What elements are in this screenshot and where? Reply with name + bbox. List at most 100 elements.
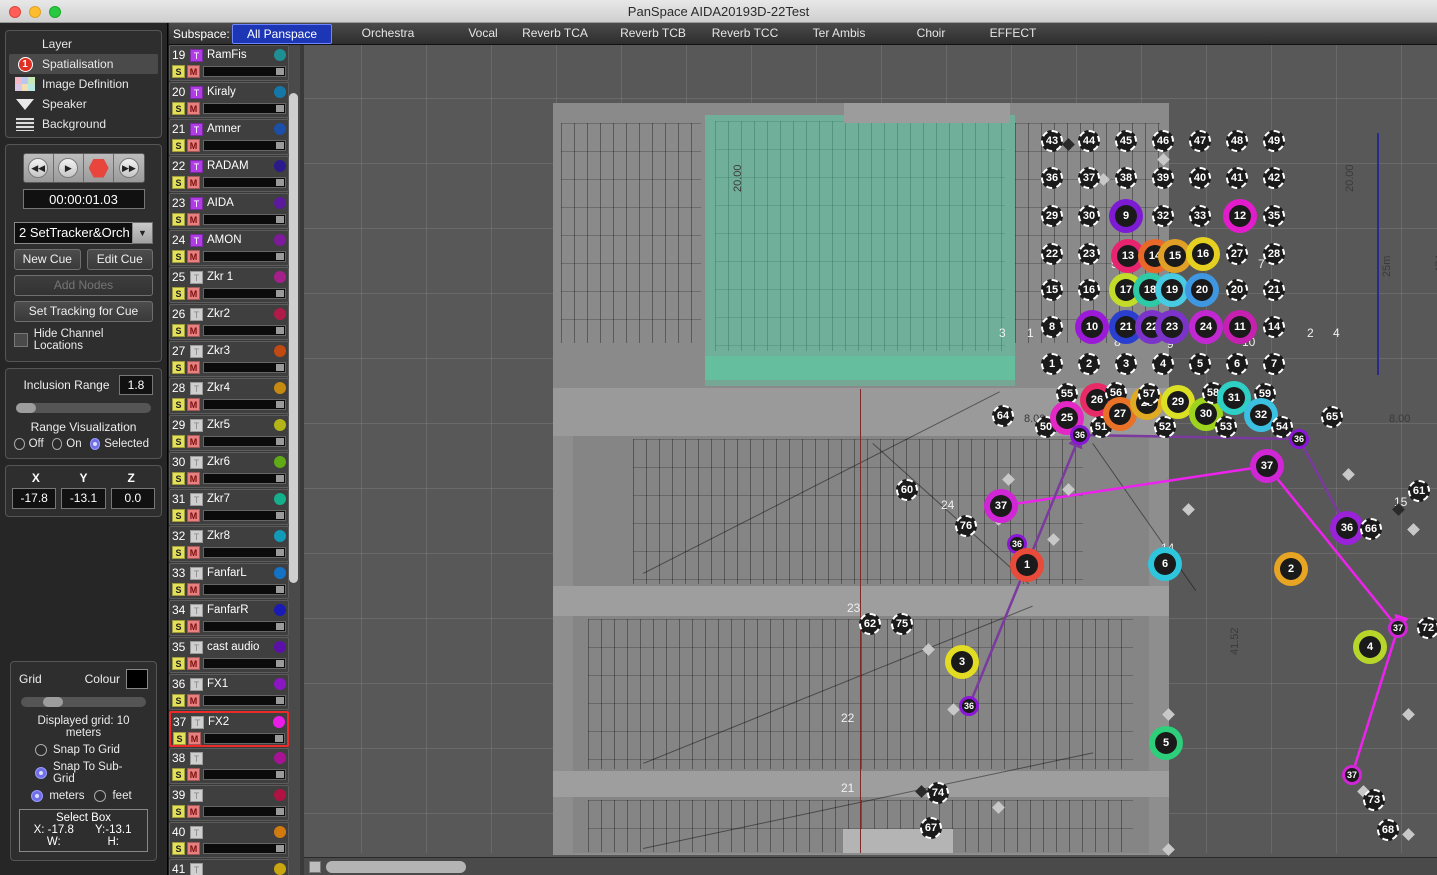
new-cue-button[interactable]: New Cue [14, 249, 81, 270]
stage-marker-23[interactable]: 23 [1155, 310, 1189, 344]
channel-mute-button[interactable]: M [187, 287, 200, 300]
stage-marker-42[interactable]: 42 [1263, 167, 1285, 189]
channel-tracking-toggle[interactable]: T [191, 716, 204, 729]
stage-marker-20[interactable]: 20 [1185, 273, 1219, 307]
tab-reverb-tca[interactable]: Reverb TCA [509, 24, 601, 44]
channel-strip-24[interactable]: 24TAMONSM [169, 230, 289, 266]
set-tracking-for-cue-button[interactable]: Set Tracking for Cue [14, 301, 153, 322]
channel-strip-40[interactable]: 40TSM [169, 822, 289, 858]
stage-marker-52[interactable]: 52 [1154, 416, 1176, 438]
stage-canvas[interactable]: TiMax TiMax 20.0020.0025m41.52474,8.008.… [304, 45, 1437, 853]
range-viz-selected-radio[interactable] [90, 438, 101, 450]
stage-marker-76[interactable]: 76 [955, 515, 977, 537]
channel-tracking-toggle[interactable]: T [190, 826, 203, 839]
channel-colour-dot[interactable] [274, 826, 286, 838]
channel-colour-dot[interactable] [274, 641, 286, 653]
channel-colour-dot[interactable] [274, 345, 286, 357]
stage-marker-10[interactable]: 10 [1075, 310, 1109, 344]
channel-mute-button[interactable]: M [187, 324, 200, 337]
channel-strip-30[interactable]: 30TZkr6SM [169, 452, 289, 488]
channel-strip-19[interactable]: 19TRamFisSM [169, 45, 289, 81]
stage-marker-64[interactable]: 64 [992, 405, 1014, 427]
stage-marker-48[interactable]: 48 [1226, 130, 1248, 152]
inclusion-range-value[interactable]: 1.8 [119, 375, 153, 395]
channel-mute-button[interactable]: M [187, 102, 200, 115]
channel-mute-button[interactable]: M [187, 176, 200, 189]
channel-mute-button[interactable]: M [187, 768, 200, 781]
stage-marker-65[interactable]: 65 [1321, 406, 1343, 428]
channel-solo-button[interactable]: S [172, 250, 185, 263]
tab-choir[interactable]: Choir [885, 24, 977, 44]
channel-mute-button[interactable]: M [187, 398, 200, 411]
stage-marker-36[interactable]: 36 [1070, 425, 1090, 445]
stage-marker-1[interactable]: 1 [1041, 353, 1063, 375]
channel-mute-button[interactable]: M [187, 435, 200, 448]
channel-tracking-toggle[interactable]: T [190, 234, 203, 247]
channel-mute-button[interactable]: M [187, 139, 200, 152]
channel-mute-button[interactable]: M [187, 250, 200, 263]
channel-tracking-toggle[interactable]: T [190, 641, 203, 654]
hide-channel-locations-checkbox[interactable] [14, 333, 28, 347]
channel-fader[interactable] [203, 769, 286, 780]
cue-select-dropdown[interactable]: 2 SetTracker&Orch ▼ [14, 222, 153, 244]
channel-solo-button[interactable]: S [172, 435, 185, 448]
channel-solo-button[interactable]: S [172, 139, 185, 152]
stage-marker-47[interactable]: 47 [1189, 130, 1211, 152]
stage-marker-72[interactable]: 72 [1417, 617, 1437, 639]
stage-marker-37[interactable]: 37 [1078, 167, 1100, 189]
stage-marker-3[interactable]: 3 [945, 645, 979, 679]
layer-item-image-definition[interactable]: Image Definition [9, 74, 158, 94]
stage-marker-44[interactable]: 44 [1078, 130, 1100, 152]
channel-fader[interactable] [203, 547, 286, 558]
channel-fader[interactable] [203, 621, 286, 632]
channel-tracking-toggle[interactable]: T [190, 197, 203, 210]
layer-item-background[interactable]: Background [9, 114, 158, 134]
stage-marker-46[interactable]: 46 [1152, 130, 1174, 152]
stage-marker-6[interactable]: 6 [1226, 353, 1248, 375]
range-viz-off-radio[interactable] [14, 438, 25, 450]
channel-tracking-toggle[interactable]: T [190, 271, 203, 284]
channel-colour-dot[interactable] [274, 752, 286, 764]
edit-cue-button[interactable]: Edit Cue [87, 249, 154, 270]
channel-solo-button[interactable]: S [172, 287, 185, 300]
channel-solo-button[interactable]: S [172, 768, 185, 781]
stage-marker-40[interactable]: 40 [1189, 167, 1211, 189]
snap-to-subgrid-row[interactable]: Snap To Sub-Grid [19, 761, 148, 785]
stage-marker-15[interactable]: 15 [1041, 279, 1063, 301]
stage-marker-74[interactable]: 74 [927, 782, 949, 804]
channel-mute-button[interactable]: M [187, 694, 200, 707]
channel-mute-button[interactable]: M [187, 805, 200, 818]
tab-reverb-tcc[interactable]: Reverb TCC [699, 24, 791, 44]
channel-fader[interactable] [203, 510, 286, 521]
channel-solo-button[interactable]: S [172, 583, 185, 596]
channel-fader[interactable] [203, 66, 286, 77]
coord-z-field[interactable]: 0.0 [111, 488, 155, 509]
stage-marker-28[interactable]: 28 [1263, 243, 1285, 265]
stage-marker-16[interactable]: 16 [1078, 279, 1100, 301]
channel-strip-22[interactable]: 22TRADAMSM [169, 156, 289, 192]
channel-strip-36[interactable]: 36TFX1SM [169, 674, 289, 710]
inclusion-range-slider[interactable] [16, 403, 151, 413]
channel-fader[interactable] [203, 584, 286, 595]
stage-marker-27[interactable]: 27 [1226, 243, 1248, 265]
channel-solo-button[interactable]: S [172, 472, 185, 485]
channel-strip-28[interactable]: 28TZkr4SM [169, 378, 289, 414]
stage-marker-37[interactable]: 37 [1342, 765, 1362, 785]
coord-x-field[interactable]: -17.8 [12, 488, 56, 509]
stage-marker-41[interactable]: 41 [1226, 167, 1248, 189]
channel-colour-dot[interactable] [274, 49, 286, 61]
channel-mute-button[interactable]: M [187, 213, 200, 226]
channel-strip-33[interactable]: 33TFanfarLSM [169, 563, 289, 599]
channel-mute-button[interactable]: M [187, 509, 200, 522]
channel-fader[interactable] [203, 103, 286, 114]
horizontal-scrollbar-thumb[interactable] [326, 861, 466, 873]
channel-strip-21[interactable]: 21TAmnerSM [169, 119, 289, 155]
channel-fader[interactable] [204, 733, 285, 744]
channel-solo-button[interactable]: S [173, 732, 186, 745]
channel-solo-button[interactable]: S [172, 546, 185, 559]
stage-marker-21[interactable]: 21 [1263, 279, 1285, 301]
stage-marker-24[interactable]: 24 [1189, 310, 1223, 344]
channel-tracking-toggle[interactable]: T [190, 863, 203, 875]
channel-mute-button[interactable]: M [187, 583, 200, 596]
channel-strip-39[interactable]: 39TSM [169, 785, 289, 821]
